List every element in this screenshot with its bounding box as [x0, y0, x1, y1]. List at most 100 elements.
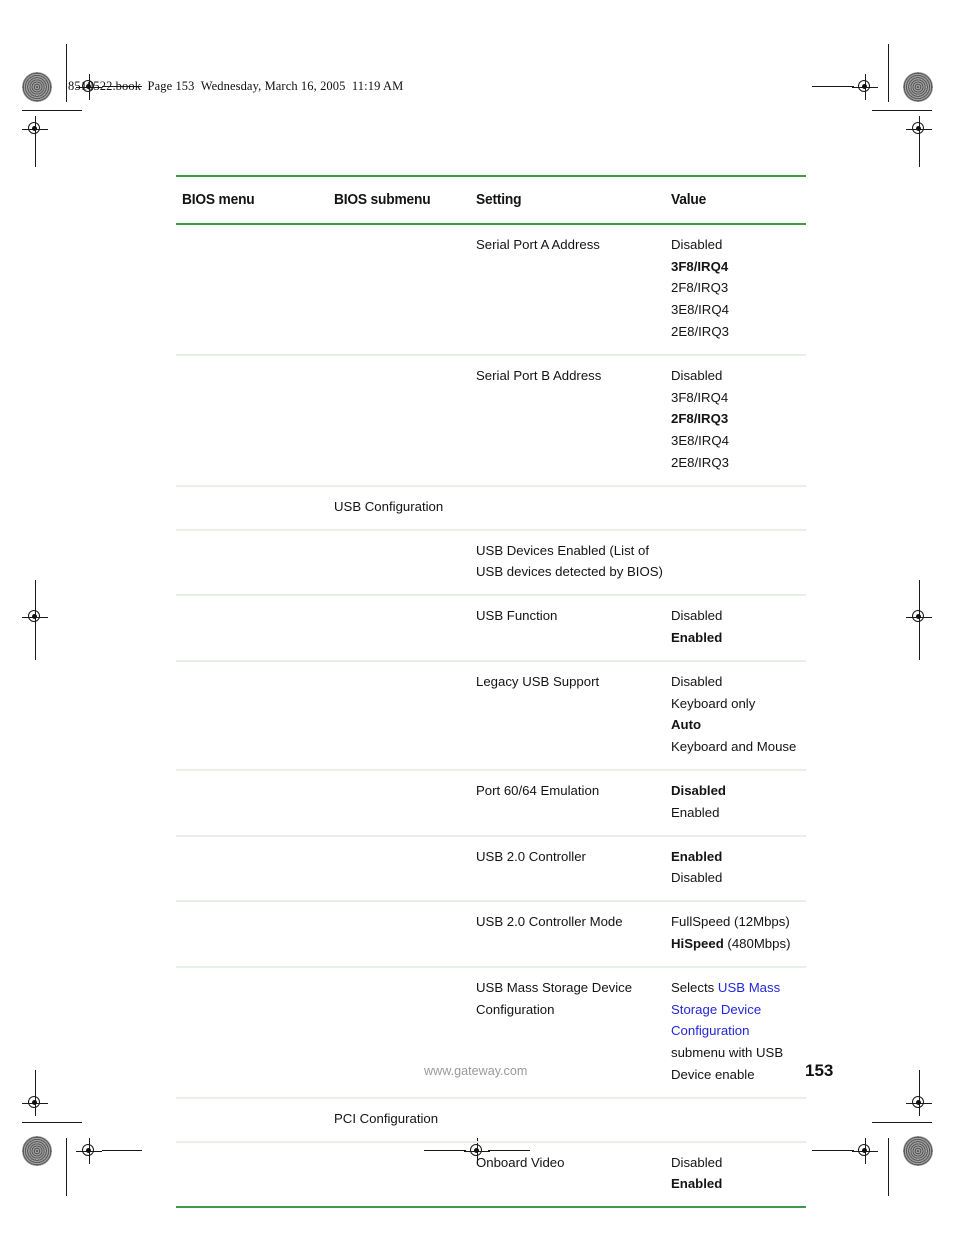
cell-bios-submenu: USB Configuration [334, 496, 476, 518]
cell-line: USB 2.0 Controller [476, 848, 586, 864]
page-slug-header: 8510522.book Page 153 Wednesday, March 1… [68, 79, 404, 93]
table-row: USB 2.0 Controller Mode FullSpeed (12Mbps… [176, 902, 806, 966]
cell-bios-submenu: PCI Configuration [334, 1108, 476, 1130]
cell-line: 3E8/IRQ4 [671, 433, 729, 449]
cell-text: FullSpeed (12Mbps) [671, 914, 790, 930]
cell-line: 3F8/IRQ4 [671, 389, 729, 405]
cell-setting: Onboard Video [476, 1152, 671, 1196]
cell-bios-submenu [334, 1152, 476, 1196]
column-header-setting: Setting [476, 192, 522, 208]
cell-setting: USB 2.0 Controller Mode [476, 911, 671, 955]
cell-bios-menu [182, 977, 334, 1086]
cell-setting [476, 1108, 671, 1130]
cell-line: Auto [671, 717, 702, 733]
footer-website-url: www.gateway.com [424, 1064, 528, 1078]
cell-setting: Serial Port A Address [476, 234, 671, 343]
cell-bios-submenu [334, 846, 476, 890]
column-header-bios-submenu: BIOS submenu [334, 192, 431, 208]
column-header-bios-menu: BIOS menu [182, 192, 255, 208]
cell-setting [476, 496, 671, 518]
cell-line: Serial Port A Address [476, 236, 600, 252]
halftone-dot-top-right [903, 72, 933, 102]
cell-line: Disabled [671, 236, 723, 252]
cell-line: USB Function [476, 608, 558, 624]
footer-page-number: 153 [805, 1061, 834, 1080]
cell-setting: Legacy USB Support [476, 671, 671, 758]
crop-line-bottom-left-vertical [66, 1138, 68, 1196]
registration-target-mid-right [906, 604, 932, 630]
cell-bios-submenu [334, 234, 476, 343]
cell-text: submenu with USB Device enable [671, 1045, 784, 1082]
cell-line: Disabled [671, 673, 723, 689]
cell-line: Enabled [671, 848, 723, 864]
crop-line-top-right-horizontal [812, 86, 854, 88]
cell-value: Disabled Enabled [671, 780, 812, 824]
table-row: USB Function Disabled Enabled [176, 596, 806, 660]
cell-line: Enabled [671, 629, 723, 645]
crop-line-upper-left-vertical [34, 129, 36, 167]
registration-target-lower-left [22, 1090, 48, 1116]
crop-line-bottom-left-horizontal [102, 1150, 142, 1152]
table-row: USB Devices Enabled (List of USB devices… [176, 531, 806, 595]
cell-setting: Serial Port B Address [476, 365, 671, 474]
cell-bios-menu [182, 496, 334, 518]
table-header-row: BIOS menu BIOS submenu Setting Value [176, 177, 806, 223]
cell-setting: USB Function [476, 605, 671, 649]
cell-bios-menu [182, 1108, 334, 1130]
cell-line: HiSpeed (480Mbps) [671, 933, 804, 955]
cell-bios-submenu [334, 780, 476, 824]
table-row: PCI Configuration [176, 1099, 806, 1141]
crop-line-bottom-right-horizontal [812, 1150, 854, 1152]
crop-line-top-left-vertical [66, 44, 68, 102]
crop-line-lower-right-horizontal [872, 1122, 932, 1124]
table-row: USB Configuration [176, 487, 806, 529]
cell-text: Selects [671, 979, 718, 995]
cell-line: 2F8/IRQ3 [671, 280, 729, 296]
cell-line: 2F8/IRQ3 [671, 411, 729, 427]
cell-line: Enabled [671, 1176, 723, 1192]
cell-value: Disabled Enabled [671, 605, 812, 649]
cell-line: FullSpeed (12Mbps) [671, 911, 804, 933]
cell-line: Legacy USB Support [476, 673, 600, 689]
cell-bios-menu [182, 671, 334, 758]
cell-setting: Port 60/64 Emulation [476, 780, 671, 824]
cell-line: PCI Configuration [334, 1110, 439, 1126]
cell-value: Disabled Enabled [671, 1152, 812, 1196]
cell-bios-menu [182, 605, 334, 649]
cell-value [671, 540, 812, 584]
registration-target-mid-left [22, 604, 48, 630]
cell-bios-submenu [334, 911, 476, 955]
registration-target-bottom-right [852, 1138, 878, 1164]
cell-text: HiSpeed [671, 935, 724, 951]
crop-line-top-right-vertical [888, 44, 890, 102]
cell-line: Disabled [671, 367, 723, 383]
cell-bios-menu [182, 911, 334, 955]
cell-line: Port 60/64 Emulation [476, 782, 600, 798]
cell-value: Disabled Keyboard only Auto Keyboard and Mo… [671, 671, 812, 758]
cell-bios-menu [182, 846, 334, 890]
halftone-dot-bottom-right [903, 1136, 933, 1166]
cell-line: Disabled [671, 1154, 723, 1170]
cell-value: Enabled Disabled [671, 846, 812, 890]
cell-line: Enabled [671, 804, 720, 820]
cell-line: 2E8/IRQ3 [671, 454, 729, 470]
cell-line: USB Mass Storage Device Configuration [476, 979, 633, 1017]
table-row: Serial Port A Address Disabled 3F8/IRQ4 2F8… [176, 225, 806, 354]
crop-line-upper-right-vertical [918, 129, 920, 167]
table-row: Serial Port B Address Disabled 3F8/IRQ4 2F8… [176, 356, 806, 485]
cell-bios-menu [182, 234, 334, 343]
cell-line: Serial Port B Address [476, 367, 602, 383]
table-row: Port 60/64 Emulation Disabled Enabled [176, 771, 806, 835]
cell-line: USB Configuration [334, 498, 444, 514]
halftone-dot-top-left [22, 72, 52, 102]
cell-setting: USB Devices Enabled (List of USB devices… [476, 540, 671, 584]
table-bottom-rule [176, 1206, 806, 1209]
cell-line: 2E8/IRQ3 [671, 323, 729, 339]
registration-target-bottom-left [76, 1138, 102, 1164]
cell-bios-menu [182, 780, 334, 824]
column-header-value: Value [671, 192, 707, 208]
table-row: Onboard Video Disabled Enabled [176, 1143, 806, 1207]
cell-text: (480Mbps) [723, 935, 791, 951]
cell-value [671, 496, 812, 518]
cell-line: 3E8/IRQ4 [671, 302, 729, 318]
